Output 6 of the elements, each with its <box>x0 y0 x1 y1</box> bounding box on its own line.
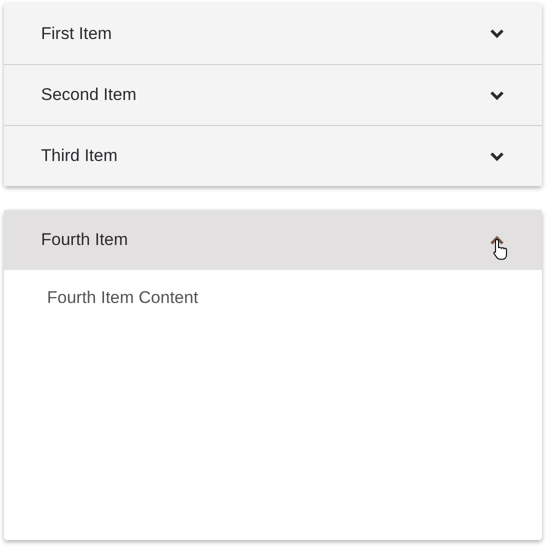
accordion-header[interactable]: Second Item <box>4 64 542 125</box>
hand-cursor-icon <box>493 238 509 260</box>
accordion-content: Fourth Item Content <box>46 287 200 309</box>
accordion-header[interactable]: First Item <box>4 3 542 64</box>
accordion-header[interactable]: Third Item <box>4 125 542 186</box>
accordion-header[interactable]: Fourth Item <box>4 210 542 270</box>
